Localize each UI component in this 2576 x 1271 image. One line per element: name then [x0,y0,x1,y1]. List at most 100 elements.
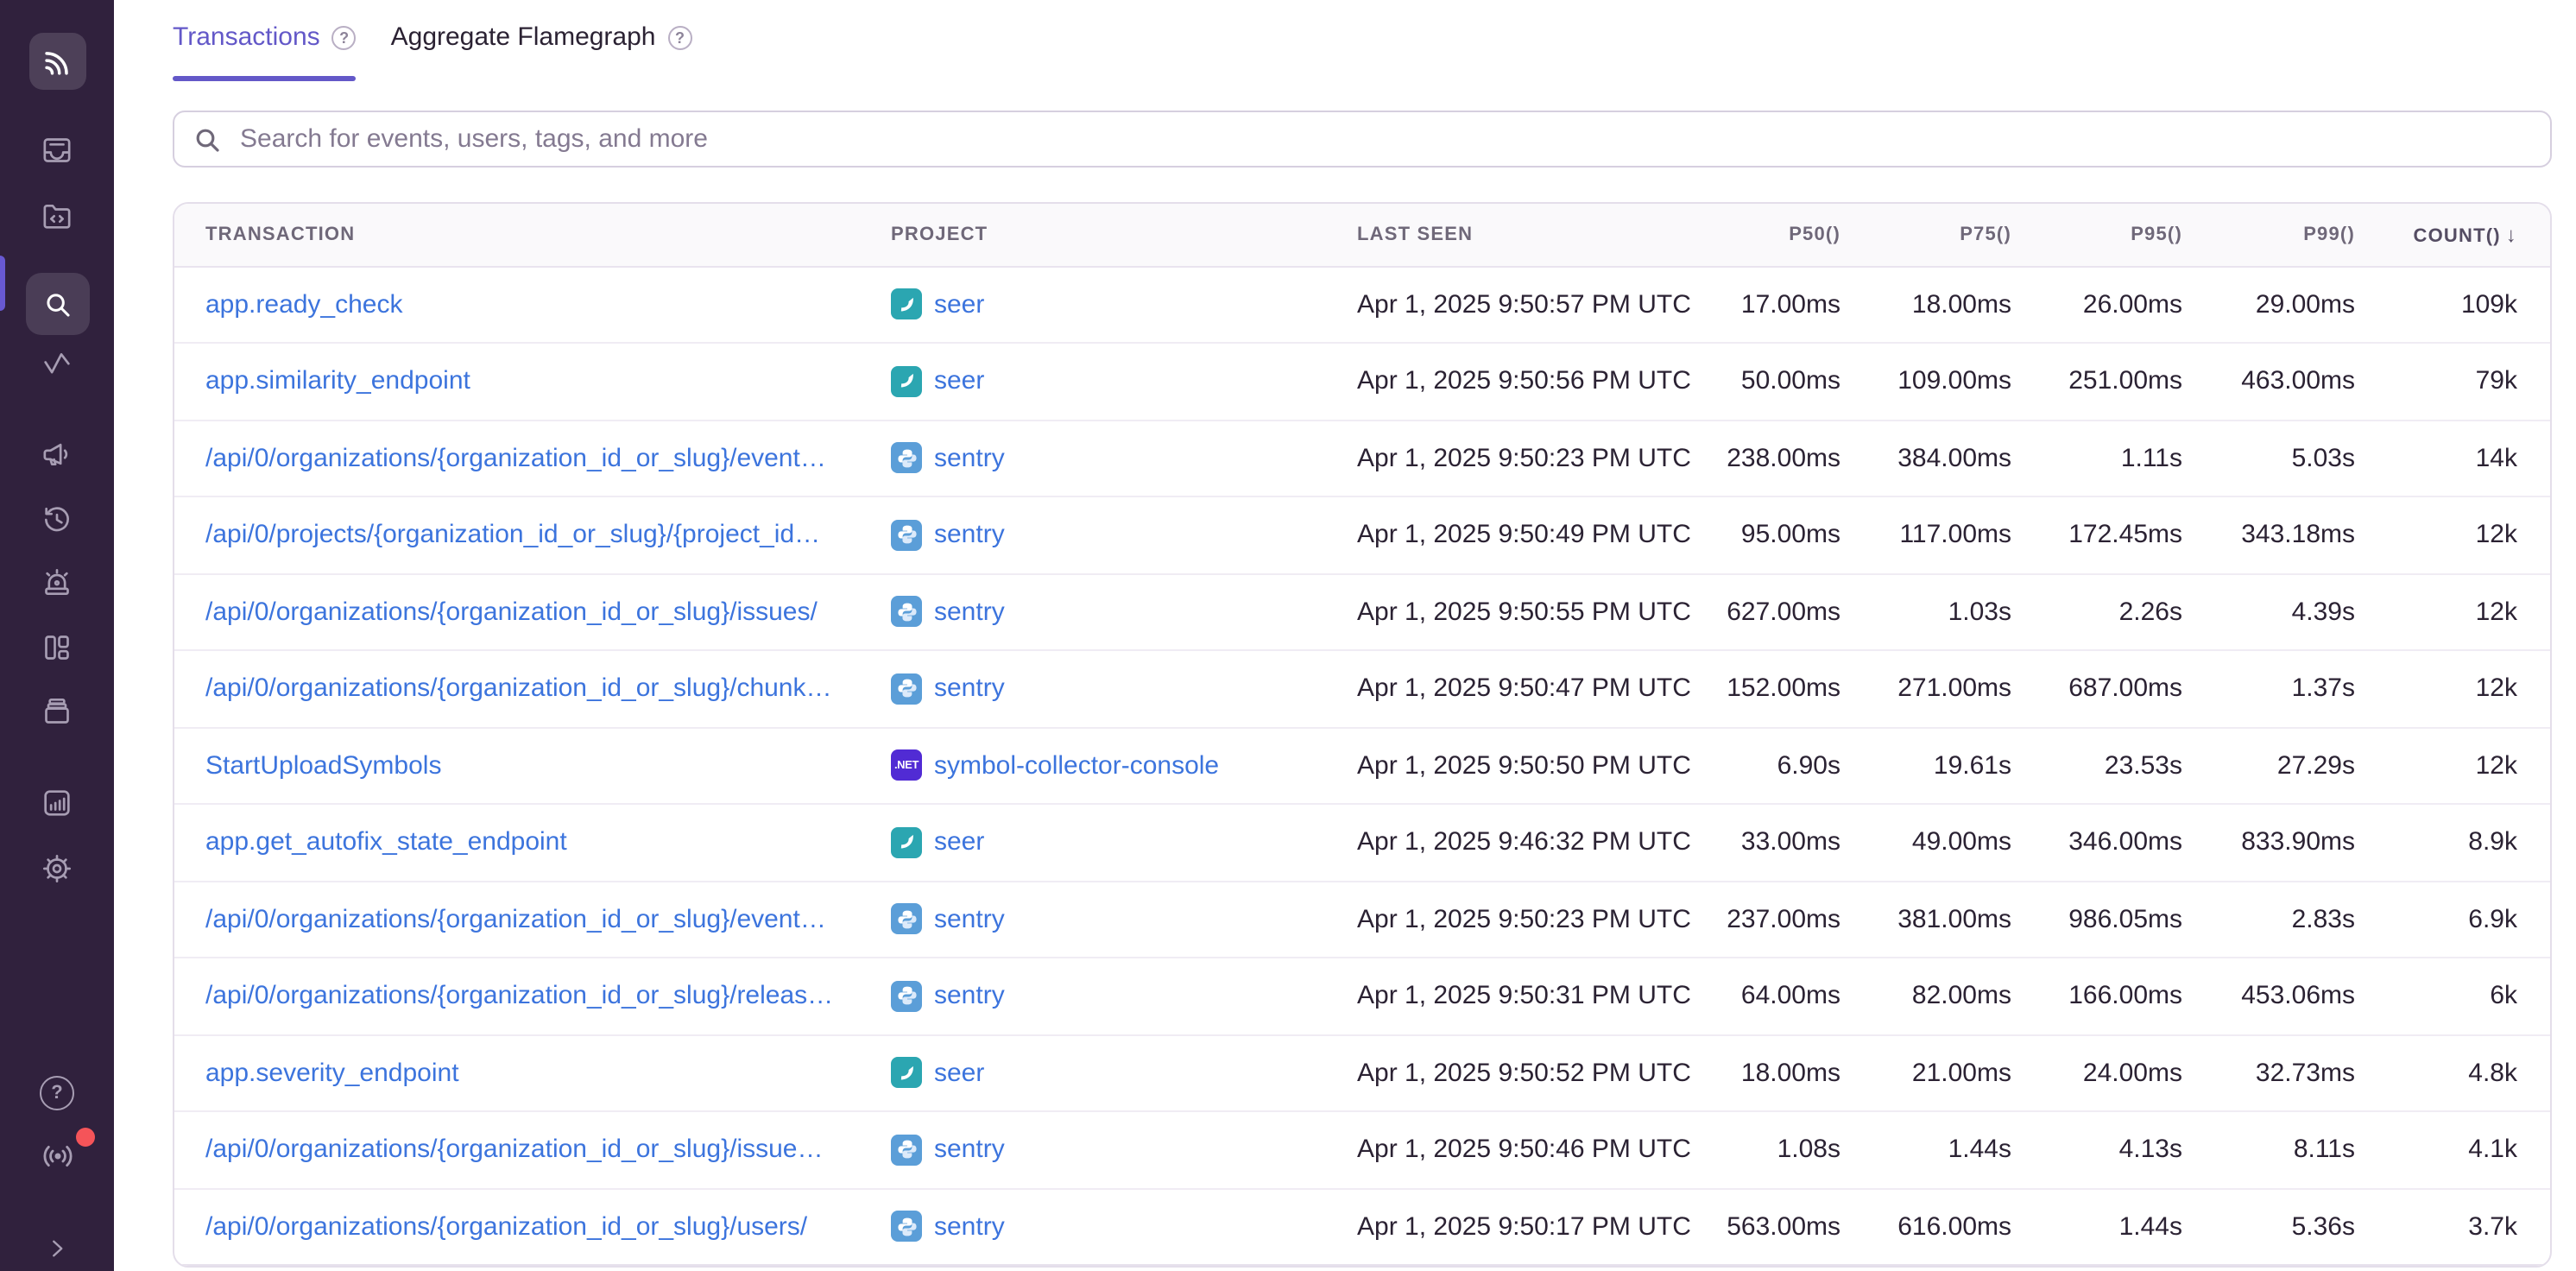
project-link[interactable]: sentry [934,521,1005,550]
transaction-link[interactable]: /api/0/projects/{organization_id_or_slug… [205,521,820,550]
transaction-link[interactable]: app.severity_endpoint [205,1059,459,1088]
project-link[interactable]: seer [934,367,984,396]
table-row[interactable]: /api/0/organizations/{organization_id_or… [174,880,2550,957]
alerts-icon[interactable] [26,561,88,606]
tab-aggregate-flamegraph-label: Aggregate Flamegraph [391,22,656,52]
transaction-link[interactable]: /api/0/organizations/{organization_id_or… [205,905,826,934]
transaction-cell: /api/0/organizations/{organization_id_or… [174,1135,860,1165]
last-seen-cell: Apr 1, 2025 9:50:50 PM UTC [1326,751,1702,781]
help-icon[interactable]: ? [332,25,357,49]
explore-icon[interactable] [26,193,88,238]
transaction-link[interactable]: /api/0/organizations/{organization_id_or… [205,674,832,704]
p95-cell: 986.05ms [2036,905,2207,934]
column-header-project[interactable]: PROJECT [860,224,1326,245]
transaction-link[interactable]: /api/0/organizations/{organization_id_or… [205,1135,824,1165]
count-cell: 6k [2379,982,2550,1011]
project-cell: sentry [860,443,1326,474]
p50-cell: 152.00ms [1702,674,1865,704]
project-cell: seer [860,289,1326,320]
column-header-count[interactable]: COUNT()↓ [2379,223,2550,247]
project-link[interactable]: sentry [934,982,1005,1011]
column-header-last-seen[interactable]: LAST SEEN [1326,224,1702,245]
project-link[interactable]: sentry [934,598,1005,627]
transaction-link[interactable]: /api/0/organizations/{organization_id_or… [205,1212,807,1242]
transaction-link[interactable]: /api/0/organizations/{organization_id_or… [205,982,833,1011]
project-link[interactable]: sentry [934,1212,1005,1242]
feedback-icon[interactable] [26,432,88,477]
table-row[interactable]: /api/0/organizations/{organization_id_or… [174,1110,2550,1187]
table-row[interactable]: /api/0/organizations/{organization_id_or… [174,649,2550,726]
table-row[interactable]: /api/0/organizations/{organization_id_or… [174,572,2550,649]
p99-cell: 8.11s [2207,1135,2379,1165]
transaction-link[interactable]: /api/0/organizations/{organization_id_or… [205,598,818,627]
project-cell: .NET symbol-collector-console [860,750,1326,781]
count-cell: 79k [2379,367,2550,396]
transaction-link[interactable]: StartUploadSymbols [205,751,441,781]
transaction-link[interactable]: app.get_autofix_state_endpoint [205,828,567,857]
project-link[interactable]: sentry [934,905,1005,934]
p75-cell: 82.00ms [1865,982,2036,1011]
transaction-cell: /api/0/organizations/{organization_id_or… [174,598,860,627]
transaction-link[interactable]: app.ready_check [205,290,403,319]
table-row[interactable]: /api/0/projects/{organization_id_or_slug… [174,496,2550,572]
project-link[interactable]: seer [934,828,984,857]
column-header-transaction[interactable]: TRANSACTION [174,224,860,245]
table-row[interactable]: app.severity_endpoint seer Apr 1, 2025 9… [174,1034,2550,1110]
tab-transactions[interactable]: Transactions ? [173,22,357,81]
search-icon[interactable] [25,273,89,335]
table-row[interactable]: app.ready_check seer Apr 1, 2025 9:50:57… [174,267,2550,342]
last-seen-cell: Apr 1, 2025 9:50:49 PM UTC [1326,521,1702,550]
project-link[interactable]: seer [934,1059,984,1088]
traces-icon[interactable] [26,342,88,387]
settings-icon[interactable] [26,846,88,891]
tab-aggregate-flamegraph[interactable]: Aggregate Flamegraph ? [391,22,692,81]
count-cell: 8.9k [2379,828,2550,857]
project-link[interactable]: seer [934,290,984,319]
main-content: Transactions ? Aggregate Flamegraph ? TR… [114,0,2576,1268]
releases-icon[interactable] [26,689,88,734]
table-row[interactable]: app.get_autofix_state_endpoint seer Apr … [174,803,2550,880]
help-icon[interactable]: ? [26,1071,88,1116]
search-input[interactable] [237,123,2531,155]
p99-cell: 453.06ms [2207,982,2379,1011]
table-row[interactable]: app.similarity_endpoint seer Apr 1, 2025… [174,342,2550,419]
table-bottom-strip [174,1264,2550,1266]
column-header-p50[interactable]: P50() [1702,224,1865,245]
project-link[interactable]: sentry [934,674,1005,704]
replays-icon[interactable] [26,497,88,542]
p75-cell: 19.61s [1865,751,2036,781]
last-seen-cell: Apr 1, 2025 9:50:23 PM UTC [1326,444,1702,473]
issues-icon[interactable] [26,128,88,173]
last-seen-cell: Apr 1, 2025 9:50:57 PM UTC [1326,290,1702,319]
transaction-link[interactable]: /api/0/organizations/{organization_id_or… [205,444,826,473]
table-row[interactable]: /api/0/organizations/{organization_id_or… [174,419,2550,496]
column-header-p99[interactable]: P99() [2207,224,2379,245]
broadcasts-icon[interactable] [26,1133,88,1178]
p99-cell: 27.29s [2207,751,2379,781]
p50-cell: 17.00ms [1702,290,1865,319]
project-cell: sentry [860,520,1326,551]
table-row[interactable]: StartUploadSymbols .NET symbol-collector… [174,726,2550,803]
project-cell: sentry [860,597,1326,628]
p50-cell: 33.00ms [1702,828,1865,857]
p50-cell: 237.00ms [1702,905,1865,934]
project-platform-icon [891,289,922,320]
project-cell: sentry [860,673,1326,705]
column-header-p95[interactable]: P95() [2036,224,2207,245]
transaction-link[interactable]: app.similarity_endpoint [205,367,470,396]
table-row[interactable]: /api/0/organizations/{organization_id_or… [174,957,2550,1034]
stats-icon[interactable] [26,781,88,825]
table-row[interactable]: /api/0/organizations/{organization_id_or… [174,1187,2550,1264]
dashboards-icon[interactable] [26,625,88,670]
project-link[interactable]: symbol-collector-console [934,751,1219,781]
collapse-icon[interactable] [26,1226,88,1271]
p50-cell: 18.00ms [1702,1059,1865,1088]
project-link[interactable]: sentry [934,444,1005,473]
search-bar[interactable] [173,111,2552,168]
count-label: COUNT() [2414,226,2501,247]
sentry-logo[interactable] [28,33,85,90]
column-header-p75[interactable]: P75() [1865,224,2036,245]
project-link[interactable]: sentry [934,1135,1005,1165]
help-icon[interactable]: ? [668,25,692,49]
project-cell: sentry [860,981,1326,1012]
